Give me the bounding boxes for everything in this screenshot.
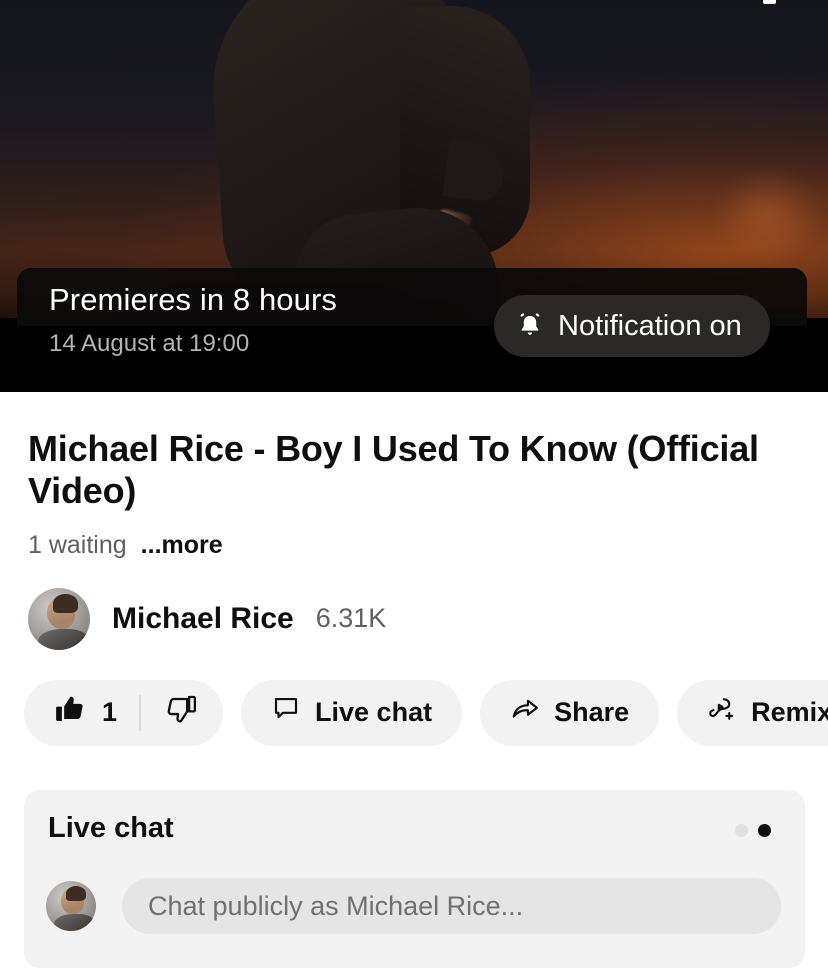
share-arrow-icon [510,694,540,731]
bell-ringing-icon [516,311,544,341]
channel-subscriber-count: 6.31K [315,603,387,634]
remix-icon [707,694,737,731]
live-chat-input[interactable]: Chat publicly as Michael Rice... [122,878,781,934]
action-chip-row[interactable]: 1 Live chat Share Remix [24,679,828,746]
thumbs-down-outline-icon [165,693,197,732]
pagination-dot-2[interactable] [758,824,771,837]
live-chat-card[interactable]: Live chat Chat publicly as Michael Rice.… [24,790,805,968]
like-dislike-chip[interactable]: 1 [24,679,224,746]
player-top-marker [763,0,776,4]
share-button[interactable]: Share [480,679,660,746]
live-chat-button[interactable]: Live chat [241,679,463,746]
live-chat-card-title: Live chat [48,812,174,844]
youtube-watch-page: Premieres in 8 hours 14 August at 19:00 … [0,0,828,970]
dislike-button[interactable] [141,693,197,732]
chat-bubble-icon [271,694,301,731]
share-button-label: Share [554,697,630,728]
video-player[interactable]: Premieres in 8 hours 14 August at 19:00 … [0,0,828,392]
premiere-overlay: Premieres in 8 hours 14 August at 19:00 … [17,268,807,380]
more-button[interactable]: ...more [141,531,223,560]
remix-button[interactable]: Remix [677,679,828,746]
like-button[interactable]: 1 [54,693,139,732]
premiere-scheduled-time: 14 August at 19:00 [49,330,250,357]
user-avatar[interactable] [46,881,96,931]
live-chat-input-row[interactable]: Chat publicly as Michael Rice... [46,878,781,934]
like-count: 1 [102,697,118,728]
live-chat-pagination-dots[interactable] [735,824,771,837]
video-meta-section: Michael Rice - Boy I Used To Know (Offic… [0,392,828,746]
remix-button-label: Remix [751,697,828,728]
channel-avatar[interactable] [28,587,90,650]
live-chat-button-label: Live chat [315,697,433,728]
waiting-count: 1 waiting [28,530,127,559]
channel-row[interactable]: Michael Rice 6.31K [28,587,800,650]
video-title[interactable]: Michael Rice - Boy I Used To Know (Offic… [28,428,800,513]
video-subinfo-row[interactable]: 1 waiting ...more [28,531,800,560]
notification-toggle-label: Notification on [558,309,742,342]
live-chat-input-placeholder: Chat publicly as Michael Rice... [148,890,524,921]
premiere-countdown: Premieres in 8 hours [49,282,338,317]
thumbs-up-filled-icon [54,693,86,732]
pagination-dot-1[interactable] [735,824,748,837]
notification-toggle-button[interactable]: Notification on [494,295,770,357]
channel-name[interactable]: Michael Rice [112,602,294,636]
video-frame-glow [678,150,828,280]
